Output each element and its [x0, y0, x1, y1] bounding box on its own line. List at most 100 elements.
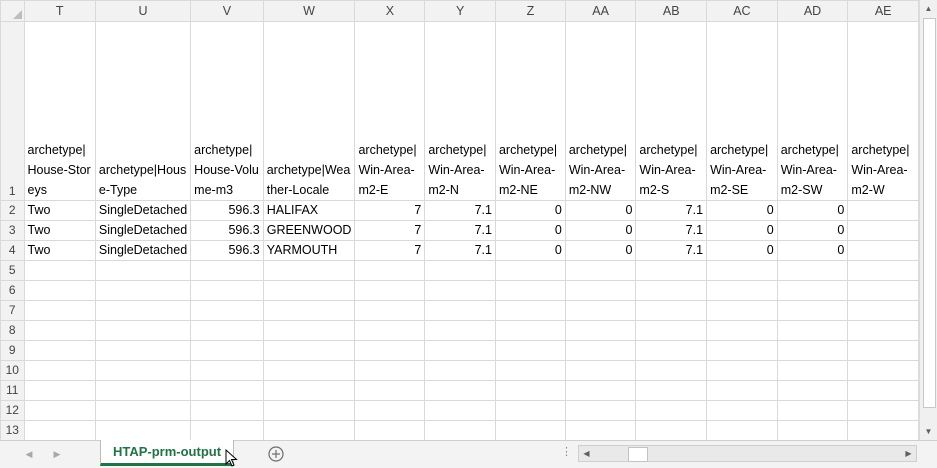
cell-V1[interactable]: archetype|House-Volume-m3 [190, 21, 264, 201]
cell-W9[interactable] [262, 340, 356, 361]
cell-AC11[interactable] [706, 380, 778, 401]
cell-AA11[interactable] [564, 380, 637, 401]
cell-Y1[interactable]: archetype|Win-Area-m2-N [424, 21, 496, 201]
cell-AE4[interactable] [847, 240, 919, 261]
cell-X7[interactable] [354, 300, 426, 321]
triangle-down-icon[interactable]: ▼ [920, 423, 937, 440]
cell-AE8[interactable] [847, 320, 919, 341]
cell-T2[interactable]: Two [23, 200, 96, 221]
cell-AE13[interactable] [847, 420, 919, 440]
cell-X3[interactable]: 7 [354, 220, 426, 241]
plus-circle-icon[interactable] [267, 445, 285, 463]
cell-W12[interactable] [262, 400, 356, 421]
cell-Y8[interactable] [424, 320, 496, 341]
cell-V12[interactable] [190, 400, 264, 421]
cell-U11[interactable] [94, 380, 192, 401]
cell-AC12[interactable] [706, 400, 778, 421]
cell-W10[interactable] [262, 360, 356, 381]
cell-V13[interactable] [190, 420, 264, 440]
column-header-W[interactable]: W [262, 0, 356, 22]
cell-X4[interactable]: 7 [354, 240, 426, 261]
cell-AC13[interactable] [706, 420, 778, 440]
vertical-scrollbar[interactable]: ▲ ▼ [919, 0, 937, 440]
cell-Y11[interactable] [424, 380, 496, 401]
cell-W13[interactable] [262, 420, 356, 440]
cell-Z1[interactable]: archetype|Win-Area-m2-NE [494, 21, 566, 201]
cell-T8[interactable] [23, 320, 96, 341]
cell-AE10[interactable] [847, 360, 919, 381]
cell-AA2[interactable]: 0 [564, 200, 637, 221]
cell-AE5[interactable] [847, 260, 919, 281]
cell-AD4[interactable]: 0 [776, 240, 849, 261]
cell-W6[interactable] [262, 280, 356, 301]
cell-W1[interactable]: archetype|Weather-Locale [262, 21, 356, 201]
cell-U7[interactable] [94, 300, 192, 321]
row-header-6[interactable]: 6 [0, 280, 25, 301]
cell-AE7[interactable] [847, 300, 919, 321]
cell-X13[interactable] [354, 420, 426, 440]
triangle-left-icon[interactable]: ◀ [20, 445, 38, 463]
cell-T3[interactable]: Two [23, 220, 96, 241]
cell-AC3[interactable]: 0 [706, 220, 778, 241]
cell-Z12[interactable] [494, 400, 566, 421]
column-header-AB[interactable]: AB [635, 0, 708, 22]
cell-AB6[interactable] [635, 280, 708, 301]
cell-AB12[interactable] [635, 400, 708, 421]
row-header-11[interactable]: 11 [0, 380, 25, 401]
cell-Y12[interactable] [424, 400, 496, 421]
triangle-right-icon[interactable]: ▶ [901, 446, 916, 461]
row-header-12[interactable]: 12 [0, 400, 25, 421]
cell-Z3[interactable]: 0 [494, 220, 566, 241]
cell-T6[interactable] [23, 280, 96, 301]
sheet-tab-htap-prm-output[interactable]: HTAP-prm-output [100, 440, 234, 466]
cell-T11[interactable] [23, 380, 96, 401]
cell-AB10[interactable] [635, 360, 708, 381]
cell-Y4[interactable]: 7.1 [424, 240, 496, 261]
cell-U6[interactable] [94, 280, 192, 301]
cell-Y5[interactable] [424, 260, 496, 281]
cell-U4[interactable]: SingleDetached [94, 240, 192, 261]
cell-T13[interactable] [23, 420, 96, 440]
cell-T9[interactable] [23, 340, 96, 361]
cell-Z8[interactable] [494, 320, 566, 341]
row-header-2[interactable]: 2 [0, 200, 25, 221]
cell-U9[interactable] [94, 340, 192, 361]
cell-AE9[interactable] [847, 340, 919, 361]
cell-X5[interactable] [354, 260, 426, 281]
row-header-13[interactable]: 13 [0, 420, 25, 440]
cell-AA13[interactable] [564, 420, 637, 440]
triangle-up-icon[interactable]: ▲ [920, 0, 937, 17]
cell-Y9[interactable] [424, 340, 496, 361]
cell-AD5[interactable] [776, 260, 849, 281]
cell-X10[interactable] [354, 360, 426, 381]
cell-U3[interactable]: SingleDetached [94, 220, 192, 241]
cell-X8[interactable] [354, 320, 426, 341]
cell-Z9[interactable] [494, 340, 566, 361]
cell-V7[interactable] [190, 300, 264, 321]
cell-AC8[interactable] [706, 320, 778, 341]
cell-W4[interactable]: YARMOUTH [262, 240, 356, 261]
cell-T4[interactable]: Two [23, 240, 96, 261]
cell-Y10[interactable] [424, 360, 496, 381]
cell-X2[interactable]: 7 [354, 200, 426, 221]
column-header-AC[interactable]: AC [706, 0, 778, 22]
cell-V10[interactable] [190, 360, 264, 381]
cell-Y2[interactable]: 7.1 [424, 200, 496, 221]
triangle-right-icon[interactable]: ▶ [48, 445, 66, 463]
cell-AC1[interactable]: archetype|Win-Area-m2-SE [706, 21, 778, 201]
cell-AD6[interactable] [776, 280, 849, 301]
cell-Y3[interactable]: 7.1 [424, 220, 496, 241]
cell-Z6[interactable] [494, 280, 566, 301]
cell-AD11[interactable] [776, 380, 849, 401]
row-header-10[interactable]: 10 [0, 360, 25, 381]
cell-AA9[interactable] [564, 340, 637, 361]
cell-W5[interactable] [262, 260, 356, 281]
cell-AD3[interactable]: 0 [776, 220, 849, 241]
row-header-8[interactable]: 8 [0, 320, 25, 341]
cell-V3[interactable]: 596.3 [190, 220, 264, 241]
cell-T5[interactable] [23, 260, 96, 281]
cell-AB11[interactable] [635, 380, 708, 401]
cell-AB5[interactable] [635, 260, 708, 281]
cell-AD2[interactable]: 0 [776, 200, 849, 221]
cell-U2[interactable]: SingleDetached [94, 200, 192, 221]
